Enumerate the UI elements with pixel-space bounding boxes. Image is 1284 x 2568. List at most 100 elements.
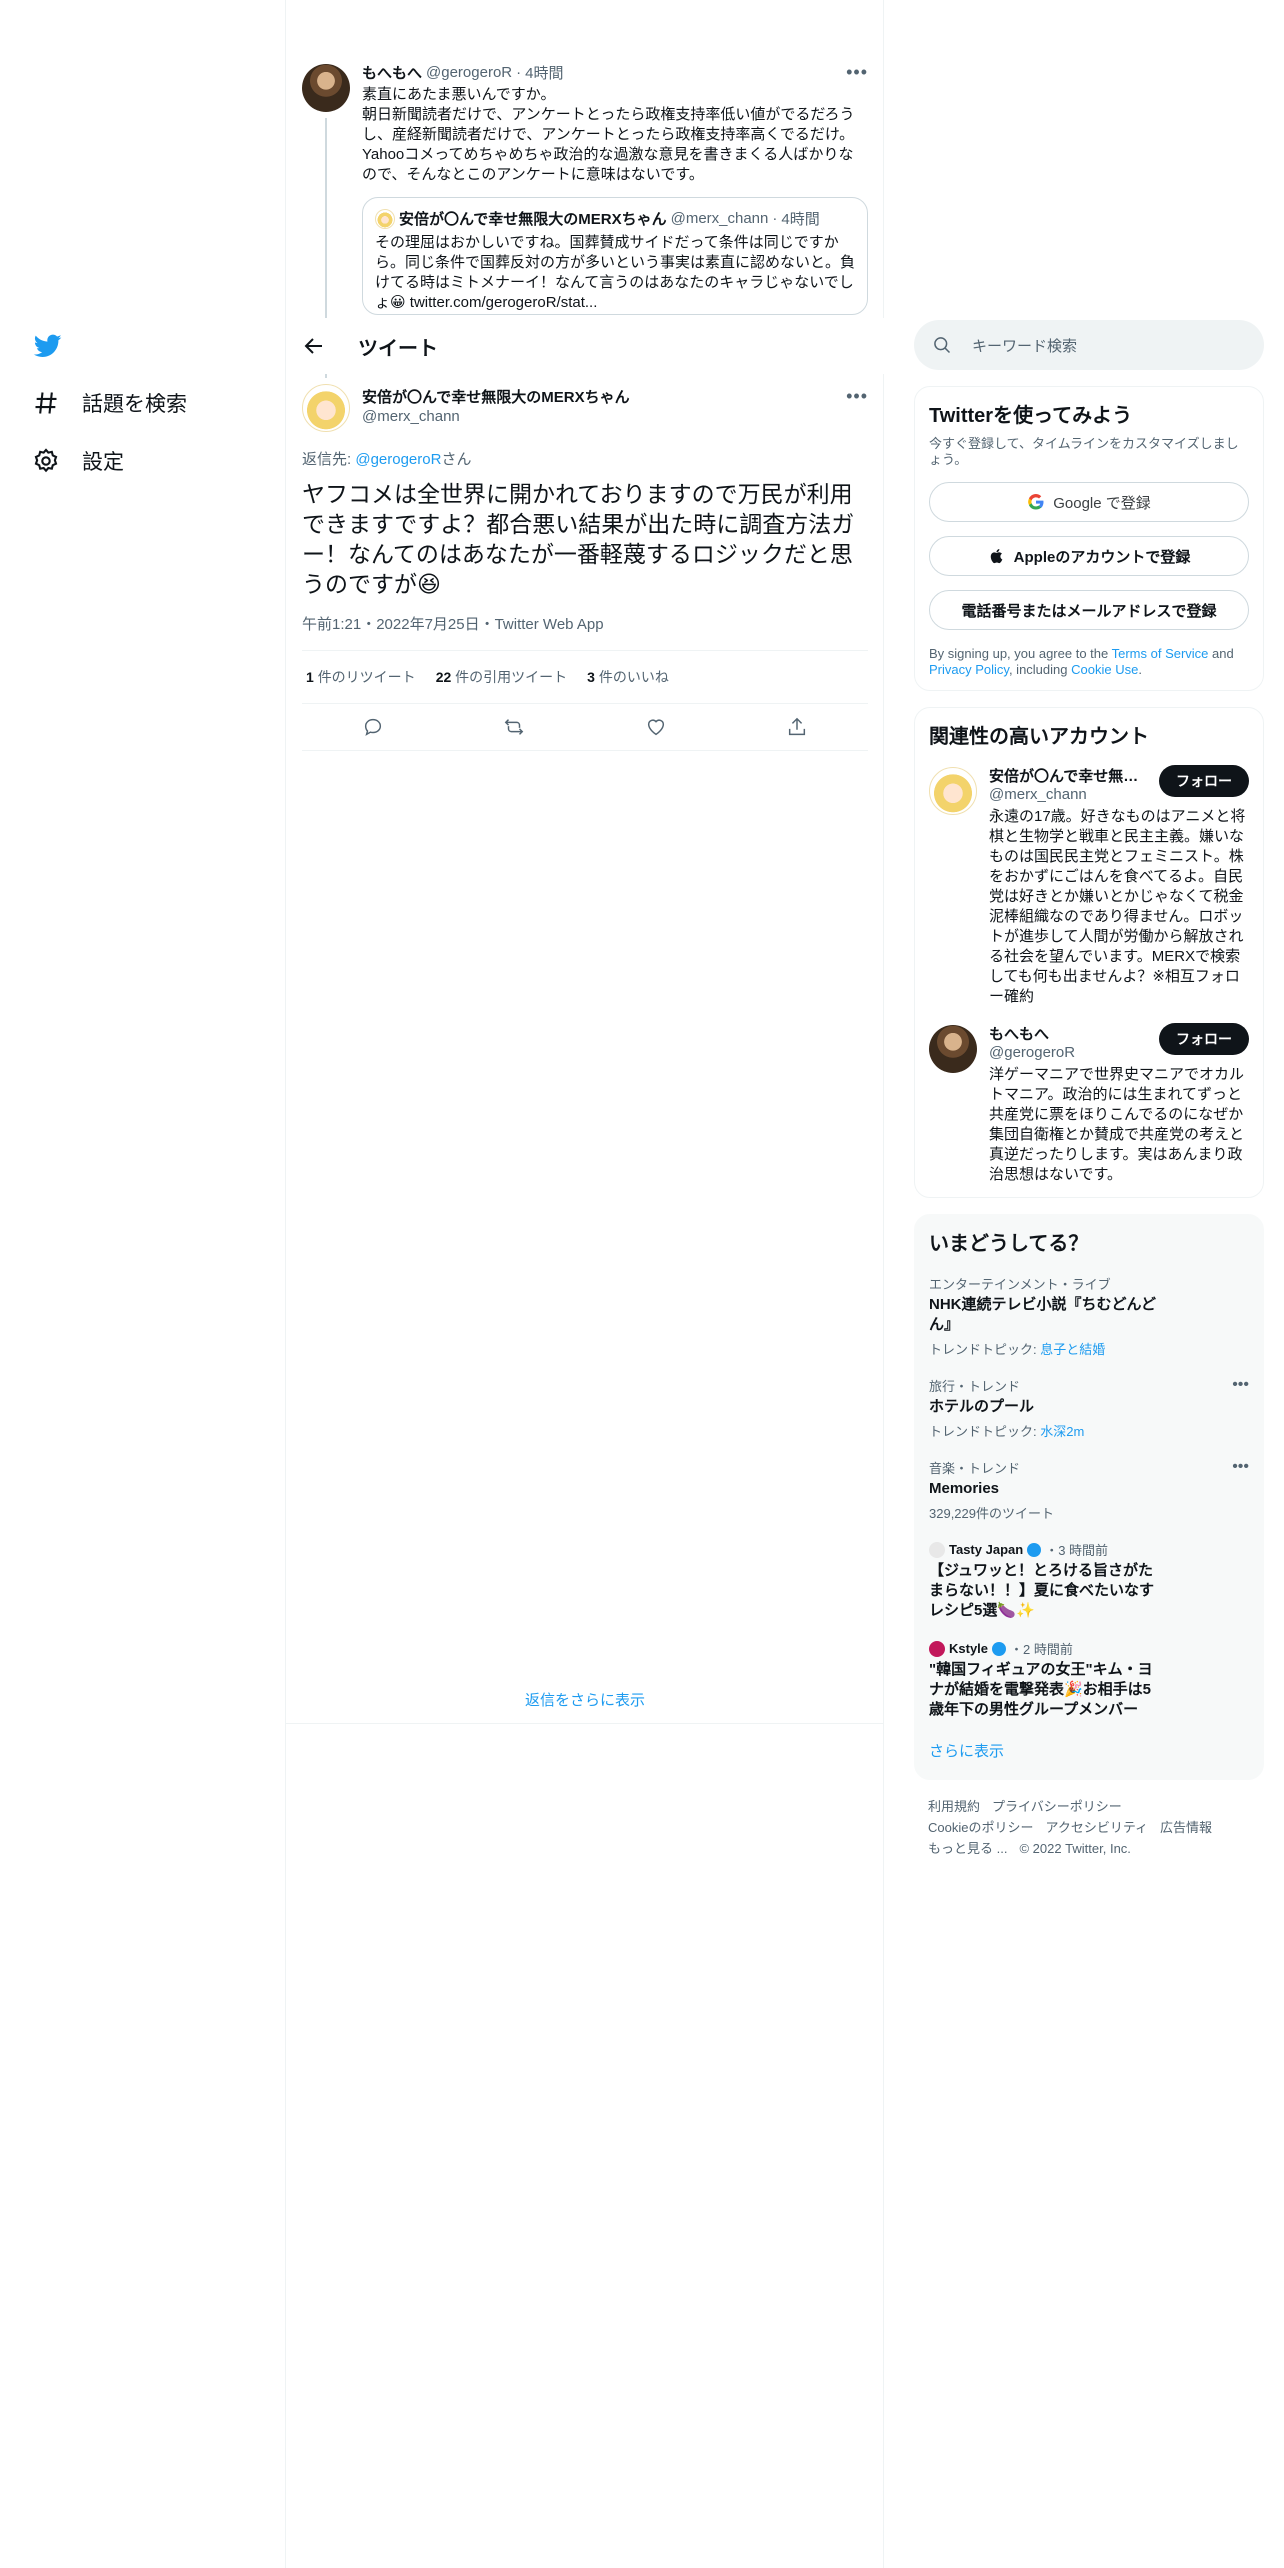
quote-time: 4時間: [781, 211, 820, 228]
quote-author-handle: @merx_chann: [670, 210, 769, 227]
reply-suffix: さん: [441, 451, 472, 468]
reply-to-link[interactable]: @gerogeroR: [355, 451, 441, 468]
left-nav: 話題を検索 設定: [0, 0, 286, 2568]
more-icon[interactable]: •••: [846, 386, 868, 407]
twitter-logo-icon[interactable]: [32, 332, 64, 360]
avatar[interactable]: [929, 767, 977, 815]
google-signup-label: Google で登録: [1053, 494, 1151, 512]
reply-context: 返信先: @gerogeroRさん: [302, 448, 868, 469]
tweet-text-line: 朝日新聞読者だけで、アンケートとったら政権支持率低い値がでるだろうし、産経新聞読…: [362, 106, 855, 143]
follow-button[interactable]: フォロー: [1159, 1023, 1249, 1055]
trends-card: いまどうしてる？ エンターテインメント・ライブ NHK連続テレビ小説『ちむどんど…: [914, 1214, 1264, 1780]
account-item[interactable]: もへもへ @gerogeroR 洋ゲーマニアで世界史マニアでオカルトマニア。政治…: [929, 1023, 1249, 1185]
related-accounts-card: 関連性の高いアカウント 安倍が〇んで幸せ無限大のMERXちゃん @merx_ch…: [914, 707, 1264, 1198]
tweet-text: 素直にあたま悪いんですか。 朝日新聞読者だけで、アンケートとったら政権支持率低い…: [362, 85, 868, 185]
reply-prefix: 返信先:: [302, 451, 356, 468]
avatar[interactable]: [929, 1025, 977, 1073]
privacy-link[interactable]: Privacy Policy: [929, 662, 1009, 677]
retweet-icon[interactable]: [503, 716, 525, 738]
footer-link[interactable]: アクセシビリティ: [1045, 1820, 1148, 1835]
more-icon[interactable]: •••: [1232, 1458, 1249, 1476]
cookie-link[interactable]: Cookie Use: [1071, 662, 1138, 677]
source-avatar: [929, 1640, 945, 1657]
show-more-replies[interactable]: 返信をさらに表示: [286, 1668, 884, 1724]
search-input[interactable]: キーワード検索: [914, 320, 1264, 370]
author-handle[interactable]: @merx_chann: [362, 408, 460, 425]
trend-item[interactable]: エンターテインメント・ライブ NHK連続テレビ小説『ちむどんどん』 トレンドトピ…: [929, 1274, 1249, 1358]
search-icon: [934, 337, 951, 354]
news-item[interactable]: Tasty Japan ・3 時間前 【ジュワッと！とろける旨さがたまらない！！】…: [929, 1540, 1249, 1621]
trend-item[interactable]: ••• 旅行・トレンド ホテルのプール トレンドトピック: 水深2m: [929, 1376, 1249, 1440]
account-item[interactable]: 安倍が〇んで幸せ無限大のMERXちゃん @merx_chann 永遠の17歳。好…: [929, 765, 1249, 1007]
nav-settings[interactable]: 設定: [32, 446, 124, 476]
trend-link[interactable]: 息子と結婚: [1040, 1342, 1105, 1357]
tweet-time[interactable]: 4時間: [525, 62, 563, 83]
author-name[interactable]: 安倍が〇んで幸せ無限大のMERXちゃん: [362, 386, 630, 407]
nav-explore-label: 話題を検索: [82, 393, 187, 416]
right-sidebar: キーワード検索 Twitterを使ってみよう 今すぐ登録して、タイムラインをカス…: [914, 320, 1264, 1859]
trend-category: 音楽・トレンド: [929, 1461, 1021, 1476]
tweet-text-line: 素直にあたま悪いんですか。: [362, 86, 556, 103]
apple-signup-label: Appleのアカウントで登録: [1013, 548, 1191, 566]
terms-link[interactable]: Terms of Service: [1112, 646, 1209, 661]
follow-button[interactable]: フォロー: [1159, 765, 1249, 797]
phone-email-signup-button[interactable]: 電話番号またはメールアドレスで登録: [929, 590, 1249, 630]
copyright: © 2022 Twitter, Inc.: [1019, 1841, 1131, 1856]
trends-show-more[interactable]: さらに表示: [929, 1740, 1249, 1767]
focused-tweet: 安倍が〇んで幸せ無限大のMERXちゃん @merx_chann ••• 返信先:…: [302, 380, 868, 751]
trend-subtitle: トレンドトピック: 水深2m: [929, 1424, 1085, 1439]
signup-card: Twitterを使ってみよう 今すぐ登録して、タイムラインをカスタマイズしましょ…: [914, 386, 1264, 691]
page-header: ツイート: [286, 318, 884, 374]
apple-signup-button[interactable]: Appleのアカウントで登録: [929, 536, 1249, 576]
footer-more[interactable]: もっと見る ...: [928, 1841, 1007, 1856]
apple-icon: [990, 548, 1002, 564]
more-icon[interactable]: •••: [846, 62, 868, 83]
footer-link[interactable]: 利用規約: [928, 1799, 980, 1814]
back-arrow-icon[interactable]: [302, 334, 326, 358]
tweet-meta[interactable]: 午前1:21・2022年7月25日・Twitter Web App: [302, 613, 868, 651]
news-item[interactable]: Kstyle ・2 時間前 "韓国フィギュアの女王"キム・ヨナが結婚を電撃発表🎉お…: [929, 1639, 1249, 1720]
quoted-tweet[interactable]: 安倍が〇んで幸せ無限大のMERXちゃん @merx_chann · 4時間 その…: [362, 197, 868, 315]
account-name: もへもへ: [989, 1026, 1050, 1043]
trend-subtitle: 329,229件のツイート: [929, 1506, 1054, 1521]
footer-link[interactable]: 広告情報: [1160, 1820, 1212, 1835]
trend-item[interactable]: ••• 音楽・トレンド Memories 329,229件のツイート: [929, 1458, 1249, 1522]
reply-icon[interactable]: [362, 716, 384, 738]
news-title: "韓国フィギュアの女王"キム・ヨナが結婚を電撃発表🎉お相手は5歳年下の男性グルー…: [929, 1661, 1153, 1718]
tweet-header: もへもへ @gerogeroR · 4時間: [362, 62, 564, 83]
news-time: ・2 時間前: [1010, 1642, 1073, 1657]
account-name: 安倍が〇んで幸せ無限大のMERXちゃん: [989, 768, 1139, 785]
like-icon[interactable]: [645, 716, 667, 738]
quote-author-name: 安倍が〇んで幸せ無限大のMERXちゃん: [399, 211, 667, 228]
tweet-stats: 1 件のリツイート 22 件の引用ツイート 3 件のいいね: [302, 651, 868, 704]
author-name[interactable]: もへもへ: [362, 62, 422, 83]
avatar[interactable]: [302, 384, 350, 432]
main-column: もへもへ @gerogeroR · 4時間 ••• 素直にあたま悪いんですか。 …: [286, 0, 884, 2568]
news-title: 【ジュワッと！とろける旨さがたまらない！！】夏に食べたいなすレシピ5選🍆✨: [929, 1562, 1155, 1619]
like-count[interactable]: 3 件のいいね: [587, 667, 669, 687]
legal-text: , including: [1008, 662, 1072, 677]
source-avatar: [929, 1541, 945, 1558]
share-icon[interactable]: [786, 716, 808, 738]
trend-subtitle: トレンドトピック: 息子と結婚: [929, 1342, 1106, 1357]
trend-link[interactable]: 水深2m: [1040, 1424, 1084, 1439]
more-icon[interactable]: •••: [1232, 1376, 1249, 1394]
footer-link[interactable]: Cookieのポリシー: [928, 1820, 1033, 1835]
avatar[interactable]: [302, 64, 350, 112]
trend-category: 旅行・トレンド: [929, 1379, 1021, 1394]
related-title: 関連性の高いアカウント: [929, 726, 1149, 748]
quote-count[interactable]: 22 件の引用ツイート: [436, 667, 567, 687]
tweet-actions: [302, 704, 868, 751]
trend-name: ホテルのプール: [929, 1398, 1035, 1415]
tweet-text: ヤフコメは全世界に開かれておりますので万民が利用できますですよ？都合悪い結果が出…: [302, 481, 855, 597]
hashtag-icon: [35, 392, 57, 414]
author-handle[interactable]: @gerogeroR: [426, 64, 512, 81]
trend-name: Memories: [929, 1480, 1000, 1497]
account-bio: 永遠の17歳。好きなものはアニメと将棋と生物学と戦車と民主主義。嫌いなものは国民…: [989, 808, 1246, 1005]
retweet-count[interactable]: 1 件のリツイート: [306, 667, 416, 687]
legal-text: and: [1208, 646, 1234, 661]
footer-link[interactable]: プライバシーポリシー: [992, 1799, 1122, 1814]
nav-explore[interactable]: 話題を検索: [32, 388, 187, 418]
google-signup-button[interactable]: Google で登録: [929, 482, 1249, 522]
trend-category: エンターテインメント・ライブ: [929, 1277, 1111, 1292]
